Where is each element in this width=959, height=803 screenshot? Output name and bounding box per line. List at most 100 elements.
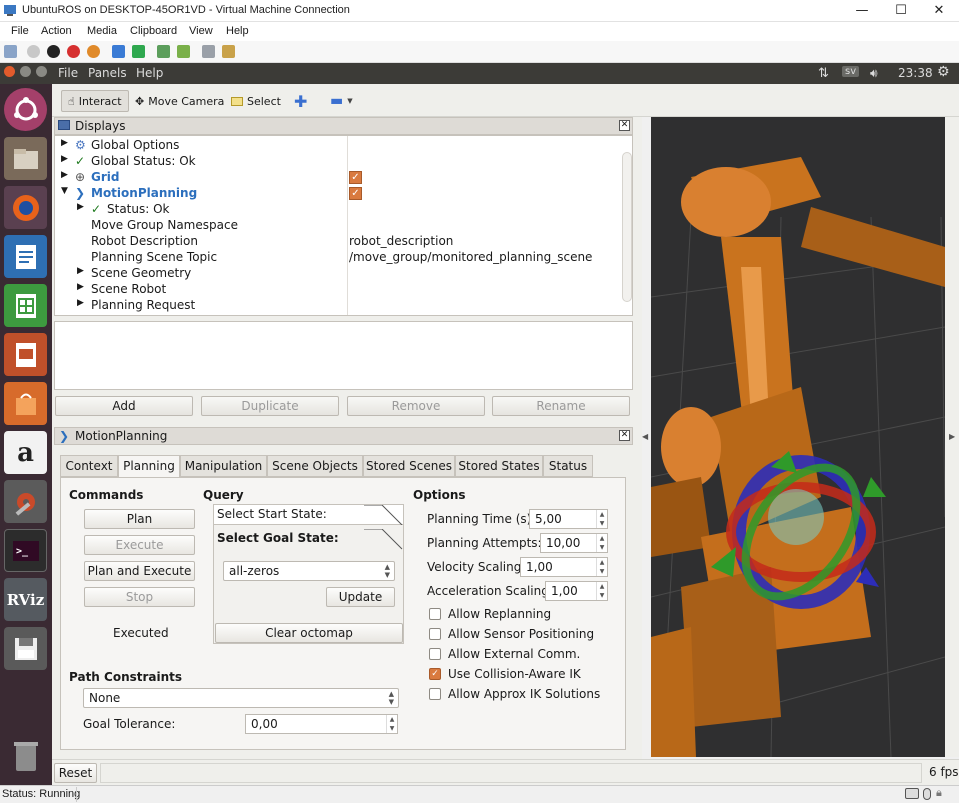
planning-time-spinbox[interactable]: 5,00 ▲ ▼ [529,509,608,529]
execute-button[interactable]: Execute [84,535,195,555]
add-display-button[interactable]: Add [55,396,193,416]
maximize-window-icon[interactable] [36,66,47,77]
robot-scene[interactable] [651,117,945,757]
clear-octomap-button[interactable]: Clear octomap [215,623,403,643]
rviz-menu-help[interactable]: Help [136,66,163,80]
amazon-icon[interactable]: a [4,431,47,474]
files-icon[interactable] [4,137,47,180]
network-icon[interactable]: ⇅ [818,66,829,81]
keyboard-layout-indicator[interactable]: sv [842,66,860,77]
menu-help[interactable]: Help [226,25,249,37]
system-settings-icon[interactable] [4,480,47,523]
software-center-icon[interactable] [4,382,47,425]
tree-row-motion-planning[interactable]: ▼ ❯ MotionPlanning ✓ [55,186,625,202]
tree-row-global-options[interactable]: ▶ ⚙ Global Options [55,138,625,154]
tab-stored-states[interactable]: Stored States [455,455,543,477]
remove-display-button[interactable]: Remove [347,396,485,416]
plan-and-execute-button[interactable]: Plan and Execute [84,561,195,581]
planning-attempts-spinbox[interactable]: 10,00 ▲ ▼ [540,533,608,553]
expand-arrow-icon[interactable]: ▶ [77,202,84,212]
menu-file[interactable]: File [11,25,29,37]
add-tool-plus-icon[interactable]: ✚ [288,90,313,112]
menu-action[interactable]: Action [41,25,72,37]
expand-arrow-icon[interactable]: ▶ [61,138,68,148]
rviz-icon[interactable]: RViz [4,578,47,621]
tree-row-robot-description[interactable]: Robot Description robot_description [55,234,625,250]
stop-button[interactable]: Stop [84,587,195,607]
allow-external-comm-checkbox[interactable] [429,648,441,660]
tree-row-status[interactable]: ▶ ✓ Status: Ok [55,202,625,218]
ubuntu-icon[interactable] [4,88,47,131]
tree-row-planning-scene-topic[interactable]: Planning Scene Topic/move_group/monitore… [55,250,625,266]
calc-icon[interactable] [4,284,47,327]
menu-media[interactable]: Media [87,25,117,37]
velocity-scaling-spinbox[interactable]: 1,00 ▲ ▼ [520,557,608,577]
revert-icon[interactable] [177,45,190,58]
tree-row-planning-request[interactable]: ▶ Planning Request [55,298,625,314]
expand-arrow-icon[interactable]: ▶ [77,282,84,292]
expand-arrow-icon[interactable]: ▶ [77,298,84,308]
tree-value[interactable]: robot_description [349,234,453,248]
tree-scrollbar[interactable] [622,152,632,302]
close-button[interactable]: ✕ [922,1,956,21]
tree-value[interactable]: /move_group/monitored_planning_scene [349,250,592,264]
clock[interactable]: 23:38 [898,66,933,80]
tab-planning[interactable]: Planning [118,455,180,478]
plan-button[interactable]: Plan [84,509,195,529]
tab-status[interactable]: Status [543,455,593,477]
impress-icon[interactable] [4,333,47,376]
splitter-left-arrow-icon[interactable]: ◀ [642,432,648,441]
update-button[interactable]: Update [326,587,395,607]
acceleration-scaling-spinbox[interactable]: 1,00 ▲ ▼ [545,581,608,601]
splitter-right-arrow-icon[interactable]: ▶ [949,432,955,441]
close-window-icon[interactable] [4,66,15,77]
collapse-arrow-icon[interactable]: ▼ [61,186,68,196]
allow-replanning-checkbox[interactable] [429,608,441,620]
reset-button[interactable]: Reset [54,763,97,783]
menu-view[interactable]: View [189,25,213,37]
expand-arrow-icon[interactable]: ▶ [61,170,68,180]
remove-tool-minus-icon[interactable]: ▬ ▼ [324,90,359,112]
move-camera-tool[interactable]: ✥ Move Camera [129,90,230,112]
turn-off-icon[interactable] [47,45,60,58]
writer-icon[interactable] [4,235,47,278]
approx-ik-checkbox[interactable] [429,688,441,700]
ctrl-alt-del-icon[interactable] [4,45,17,58]
tab-manipulation[interactable]: Manipulation [180,455,267,477]
tree-row-namespace[interactable]: Move Group Namespace [55,218,625,234]
3d-render-view[interactable] [651,117,945,757]
collision-aware-ik-checkbox[interactable]: ✓ [429,668,441,680]
grid-enabled-checkbox[interactable]: ✓ [349,171,362,184]
select-tool[interactable]: Select [225,90,287,112]
goal-state-select[interactable]: all-zeros ▲ ▼ [223,561,395,581]
rviz-menu-file[interactable]: File [58,66,78,80]
volume-icon[interactable]: 🔊︎ [870,66,878,81]
tree-row-scene-geometry[interactable]: ▶ Scene Geometry [55,266,625,282]
close-motion-planning-icon[interactable]: ✕ [619,430,630,441]
motion-planning-enabled-checkbox[interactable]: ✓ [349,187,362,200]
tab-context[interactable]: Context [60,455,118,477]
shutdown-icon[interactable] [67,45,80,58]
rviz-menu-panels[interactable]: Panels [88,66,127,80]
tree-row-global-status[interactable]: ▶ ✓ Global Status: Ok [55,154,625,170]
menu-clipboard[interactable]: Clipboard [130,25,177,37]
tree-row-scene-robot[interactable]: ▶ Scene Robot [55,282,625,298]
goal-state-section[interactable]: Select Goal State: [214,525,403,551]
save-state-icon[interactable] [87,45,100,58]
minimize-button[interactable]: — [845,1,879,21]
save-icon[interactable] [4,627,47,670]
path-constraints-select[interactable]: None ▲ ▼ [83,688,399,708]
close-displays-icon[interactable]: ✕ [619,120,630,131]
system-gear-icon[interactable]: ⚙ [937,64,950,80]
tab-scene-objects[interactable]: Scene Objects [267,455,363,477]
checkpoint-icon[interactable] [157,45,170,58]
start-icon[interactable] [27,45,40,58]
enhanced-session-icon[interactable] [202,45,215,58]
tab-stored-scenes[interactable]: Stored Scenes [363,455,455,477]
pause-icon[interactable] [112,45,125,58]
maximize-button[interactable]: ☐ [884,1,918,21]
share-icon[interactable] [222,45,235,58]
expand-arrow-icon[interactable]: ▶ [77,266,84,276]
minimize-window-icon[interactable] [20,66,31,77]
terminal-icon[interactable]: >_ [4,529,47,572]
